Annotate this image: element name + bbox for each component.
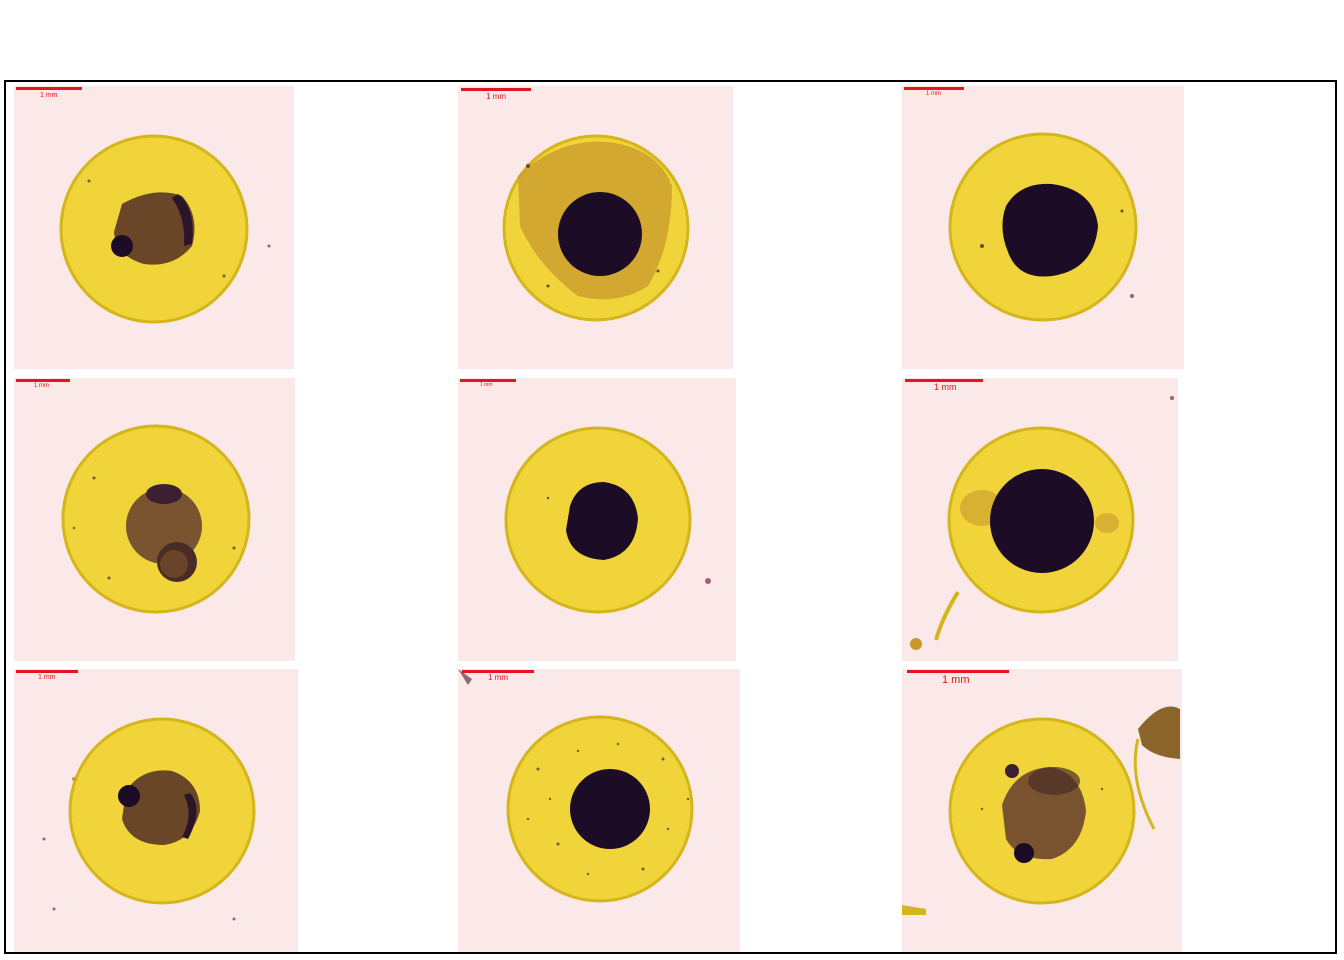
scale-bar bbox=[907, 670, 1009, 673]
embryo-panel-7: 1 mm bbox=[14, 669, 298, 952]
scale-label: 1 mm bbox=[488, 673, 508, 682]
embryo-panel-6: 1 mm bbox=[902, 378, 1178, 661]
scale-label: 1 mm bbox=[34, 383, 49, 389]
embryo-panel-8: 1 mm bbox=[458, 669, 740, 952]
scale-label: 1 mm bbox=[40, 92, 58, 99]
embryo-panel-4: 1 mm bbox=[14, 378, 295, 661]
scale-label: 1 mm bbox=[942, 674, 970, 686]
image-frame: 1 mm 1 mm 1 mm 1 mm 1 mm 1 mm 1 mm 1 mm … bbox=[4, 80, 1337, 954]
embryo-panel-2: 1 mm bbox=[458, 86, 733, 369]
scale-label: 1 mm bbox=[934, 382, 957, 392]
scale-label: 1 mm bbox=[486, 92, 506, 101]
embryo-panel-9: 1 mm bbox=[902, 669, 1182, 952]
embryo-panel-5: 1 mm bbox=[458, 378, 736, 661]
scale-label: 1 mm bbox=[38, 674, 56, 681]
scale-bar bbox=[16, 87, 82, 90]
scale-label: 1 mm bbox=[480, 382, 493, 388]
scale-bar bbox=[16, 379, 70, 382]
scale-bar bbox=[904, 87, 964, 90]
embryo-panel-3: 1 mm bbox=[902, 86, 1184, 369]
scale-label: 1 mm bbox=[926, 91, 941, 97]
scale-bar bbox=[16, 670, 78, 673]
embryo-panel-1: 1 mm bbox=[14, 86, 294, 369]
scale-bar bbox=[461, 88, 531, 91]
